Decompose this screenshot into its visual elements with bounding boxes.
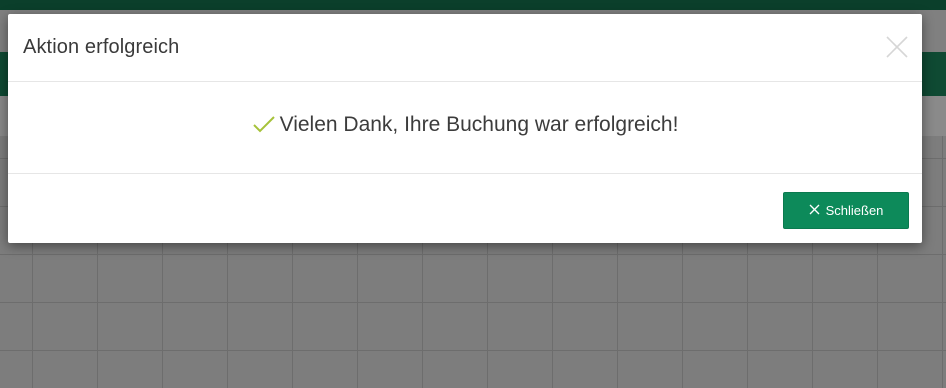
success-message: Vielen Dank, Ihre Buchung war erfolgreic… [8, 113, 922, 140]
close-icon[interactable] [884, 34, 910, 60]
dialog-footer: Schließen [8, 174, 922, 243]
success-dialog: Aktion erfolgreich Vielen Dank, Ihre Buc… [8, 14, 922, 243]
close-button-label: Schließen [825, 203, 884, 218]
dialog-title: Aktion erfolgreich [23, 36, 180, 58]
check-icon [252, 114, 276, 140]
dialog-header: Aktion erfolgreich [8, 14, 922, 82]
app-top-bar [0, 0, 946, 10]
close-icon-glyph [886, 36, 908, 58]
dialog-body: Vielen Dank, Ihre Buchung war erfolgreic… [8, 82, 922, 174]
success-message-text: Vielen Dank, Ihre Buchung war erfolgreic… [279, 113, 679, 136]
close-button[interactable]: Schließen [783, 192, 909, 229]
x-icon [809, 203, 820, 218]
